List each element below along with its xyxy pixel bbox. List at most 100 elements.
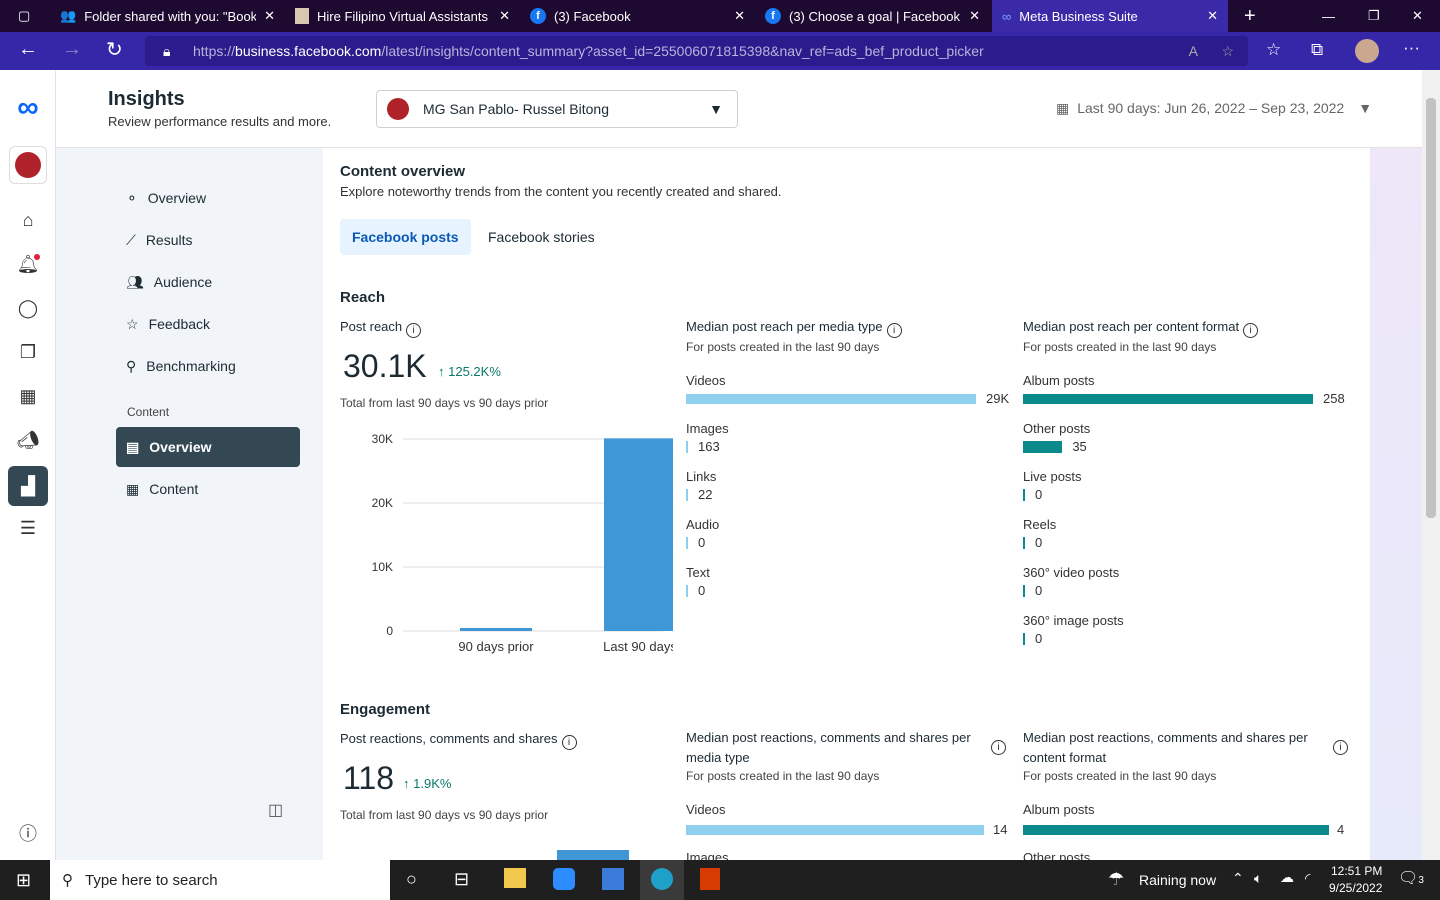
- store-icon[interactable]: [602, 868, 624, 890]
- bar: [686, 489, 688, 501]
- bar: [686, 394, 976, 404]
- volume-icon[interactable]: 🔈︎: [1254, 870, 1262, 887]
- office-icon[interactable]: [700, 868, 720, 890]
- tab-active[interactable]: ∞ Meta Business Suite ✕: [992, 0, 1228, 32]
- date-range-picker[interactable]: ▦ Last 90 days: Jun 26, 2022 – Sep 23, 20…: [1056, 100, 1372, 117]
- info-icon[interactable]: i: [991, 740, 1006, 755]
- clock-time[interactable]: 12:51 PM: [1331, 864, 1382, 878]
- wifi-icon[interactable]: ◜: [1305, 870, 1310, 887]
- insights-icon[interactable]: ▟: [8, 466, 48, 506]
- bar-label: Videos: [686, 802, 726, 817]
- section-subtitle: Explore noteworthy trends from the conte…: [340, 184, 782, 199]
- bar-row: Text 0: [686, 565, 1011, 613]
- windows-start-icon[interactable]: ⊞: [16, 870, 31, 891]
- info-icon[interactable]: i: [886, 323, 902, 338]
- clock-date[interactable]: 9/25/2022: [1329, 881, 1382, 895]
- bar-value: 0: [1035, 535, 1043, 550]
- bar-row: 360° image posts 0: [1023, 613, 1348, 661]
- account-selector[interactable]: MG San Pablo- Russel Bitong ▼: [376, 90, 738, 128]
- ads-icon[interactable]: 📣︎: [16, 430, 40, 454]
- nav-feedback[interactable]: ☆ Feedback: [116, 304, 300, 344]
- planner-icon[interactable]: ▦: [16, 386, 40, 410]
- tab-facebook-posts[interactable]: Facebook posts: [340, 219, 471, 255]
- collections-icon[interactable]: ⧉: [1311, 40, 1323, 60]
- content-format-bars: Album posts 258 Other posts 35 Live posts 0 Re…: [1023, 373, 1348, 661]
- windows-taskbar: ⊞ ⚲ Type here to search ○ ⊟ ☂ Raining now…: [0, 860, 1440, 900]
- nav-content-overview[interactable]: ▤ Overview: [116, 427, 300, 467]
- help-icon[interactable]: ⓘ: [16, 820, 40, 844]
- x-tick-label: Last 90 days: [603, 639, 673, 654]
- info-icon[interactable]: i: [1333, 740, 1348, 755]
- close-icon[interactable]: ✕: [264, 8, 275, 24]
- y-tick-label: 0: [386, 624, 393, 638]
- engagement-value: 118: [343, 760, 395, 796]
- nav-benchmarking[interactable]: ⚲ Benchmarking: [116, 346, 300, 386]
- favorite-icon[interactable]: ☆: [1221, 36, 1234, 66]
- read-aloud-icon[interactable]: A: [1189, 36, 1198, 66]
- engagement-heading: Engagement: [340, 701, 431, 718]
- bar-value: 4: [1337, 822, 1345, 837]
- browser-tab-bar: ▢ 👥 Folder shared with you: "Bookke ✕ Hire…: [0, 0, 1440, 32]
- favorites-icon[interactable]: ☆: [1266, 40, 1281, 60]
- tab-facebook-stories[interactable]: Facebook stories: [488, 219, 595, 255]
- edge-taskbar-button[interactable]: [640, 860, 684, 900]
- bar-value: 0: [698, 535, 706, 550]
- restore-button[interactable]: ❐: [1358, 0, 1390, 32]
- refresh-button[interactable]: ↻: [106, 37, 123, 62]
- tab[interactable]: f (3) Choose a goal | Facebook ✕: [755, 0, 990, 32]
- inbox-icon[interactable]: ◯: [16, 298, 40, 322]
- account-avatar[interactable]: [9, 146, 47, 184]
- posts-icon[interactable]: ❐: [16, 342, 40, 366]
- bar-videos: [686, 825, 984, 835]
- section-title: Content overview: [340, 163, 466, 180]
- notifications-icon[interactable]: 🔔︎: [16, 254, 40, 278]
- bar-label: Album posts: [1023, 373, 1095, 388]
- info-icon[interactable]: i: [561, 735, 577, 750]
- file-explorer-icon[interactable]: [504, 868, 526, 888]
- more-icon[interactable]: ···: [1403, 38, 1420, 58]
- nav-overview[interactable]: ⚬ Overview: [116, 178, 300, 218]
- scrollbar-thumb[interactable]: [1426, 98, 1436, 518]
- info-icon[interactable]: i: [1243, 323, 1259, 338]
- onedrive-icon[interactable]: ☁: [1280, 869, 1294, 886]
- forward-button[interactable]: →: [62, 38, 82, 61]
- tray-chevron-icon[interactable]: ⌃: [1232, 870, 1244, 887]
- close-icon[interactable]: ✕: [734, 8, 745, 24]
- nav-section-content: Content: [127, 405, 170, 419]
- info-icon[interactable]: i: [406, 323, 422, 338]
- home-icon[interactable]: ⌂: [16, 210, 40, 234]
- menu-icon[interactable]: ☰: [16, 518, 40, 542]
- nav-results[interactable]: ⟋ Results: [116, 220, 300, 260]
- bar: [686, 585, 688, 597]
- weather-text[interactable]: Raining now: [1139, 872, 1216, 888]
- tab-actions-icon[interactable]: ▢: [8, 0, 44, 32]
- collapse-sidebar-icon[interactable]: ◫: [268, 800, 283, 820]
- close-icon[interactable]: ✕: [1207, 8, 1218, 24]
- back-button[interactable]: ←: [18, 38, 38, 61]
- engagement-note: Total from last 90 days vs 90 days prior: [340, 808, 549, 822]
- url-input[interactable]: 🔒︎ https://business.facebook.com/latest/i…: [145, 36, 1248, 66]
- media-type-subtitle: For posts created in the last 90 days: [686, 340, 880, 354]
- notification-center-icon[interactable]: 🗨︎3: [1398, 868, 1424, 888]
- taskbar-search[interactable]: ⚲ Type here to search: [50, 860, 390, 900]
- cortana-icon[interactable]: ○: [406, 869, 417, 890]
- close-icon[interactable]: ✕: [499, 8, 510, 24]
- chart-bar: [604, 438, 673, 631]
- page-scrollbar[interactable]: [1422, 70, 1440, 860]
- minimize-button[interactable]: —: [1312, 0, 1345, 32]
- profile-avatar[interactable]: [1355, 39, 1379, 63]
- people-icon: 👥: [60, 8, 77, 23]
- tab[interactable]: 👥 Folder shared with you: "Bookke ✕: [50, 0, 285, 32]
- x-tick-label: 90 days prior: [458, 639, 534, 654]
- nav-content[interactable]: ▦ Content: [116, 469, 300, 509]
- page-title: Insights: [108, 88, 185, 110]
- close-window-button[interactable]: ✕: [1402, 0, 1433, 32]
- bar: [686, 441, 688, 453]
- nav-audience[interactable]: 👥︎ Audience: [116, 262, 300, 302]
- new-tab-button[interactable]: +: [1234, 0, 1266, 32]
- close-icon[interactable]: ✕: [969, 8, 980, 24]
- tab[interactable]: f (3) Facebook ✕: [520, 0, 755, 32]
- task-view-icon[interactable]: ⊟: [454, 869, 469, 890]
- zoom-icon[interactable]: [553, 868, 575, 890]
- tab[interactable]: Hire Filipino Virtual Assistants | F ✕: [285, 0, 520, 32]
